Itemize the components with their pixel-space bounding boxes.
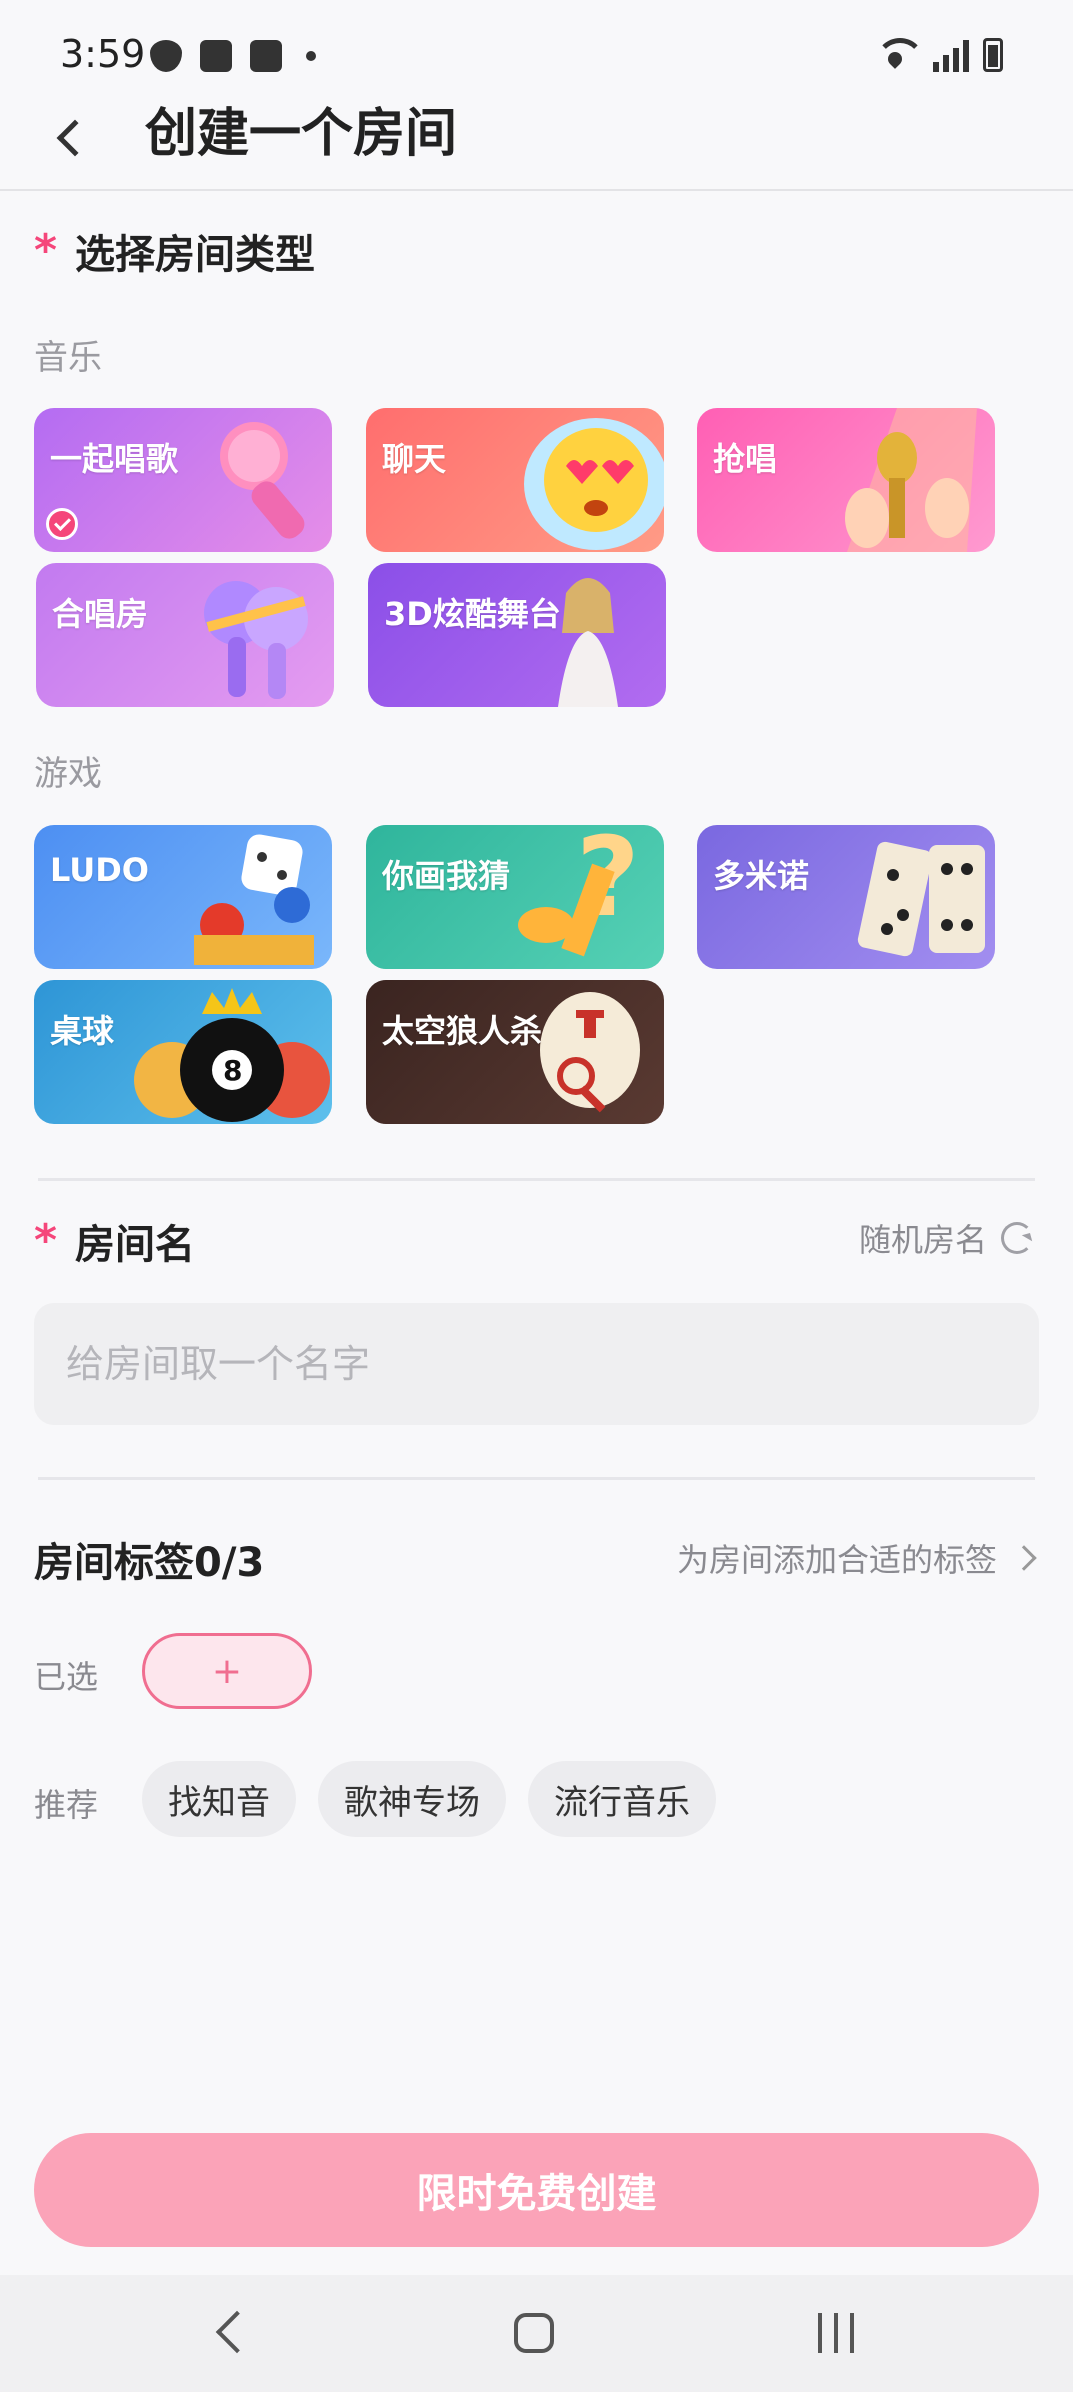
room-type-card-3d-stage[interactable]: 3D炫酷舞台 [368,563,666,707]
image-icon [200,40,232,72]
star-app-icon [250,40,282,72]
svg-text:8: 8 [223,1054,242,1087]
nav-recent-apps-icon[interactable] [818,2313,854,2353]
shield-icon [150,40,182,72]
random-name-label: 随机房名 [858,1221,987,1259]
mask-magnifier-icon [540,992,640,1113]
create-room-button[interactable]: 限时免费创建 [34,2133,1039,2247]
room-type-card-chorus[interactable]: 合唱房 [36,563,334,707]
room-type-card-billiards[interactable]: 桌球 8 [34,980,332,1124]
status-bar: 3:59 [0,0,1073,95]
dice-and-pawns-icon [194,834,314,965]
notification-icons [150,40,316,72]
chevron-left-icon [56,119,94,157]
pencil-question-icon: ? [518,825,640,957]
selected-tags-label: 已选 [34,1658,99,1696]
golden-microphone-hands-icon [845,408,977,552]
music-category-label: 音乐 [34,338,102,378]
card-label: 太空狼人杀 [382,1012,543,1050]
microphone-icon [220,422,305,539]
recommended-tags-label: 推荐 [34,1786,99,1824]
double-microphone-icon [204,581,308,699]
room-type-title: 选择房间类型 [75,232,316,278]
card-label: 3D炫酷舞台 [384,595,561,633]
room-name-input[interactable] [34,1303,1039,1425]
add-tag-button[interactable]: + [142,1633,312,1709]
domino-tiles-icon [857,841,985,957]
card-label: 多米诺 [713,857,810,895]
room-type-card-chat[interactable]: 聊天 [366,408,664,552]
back-button[interactable] [40,103,100,173]
required-mark: * [34,1215,58,1266]
room-type-card-ludo[interactable]: LUDO [34,825,332,969]
room-type-heading: * 选择房间类型 [34,222,315,280]
games-category-label: 游戏 [34,754,102,794]
more-notifications-dot [306,51,316,61]
system-nav-bar [0,2275,1073,2392]
card-label: 合唱房 [52,595,149,633]
random-name-button[interactable]: 随机房名 [859,1215,1033,1261]
signal-icon [933,40,969,72]
card-label: 一起唱歌 [50,440,179,478]
room-name-heading: * 房间名 [34,1212,195,1270]
recommended-tag[interactable]: 歌神专场 [318,1761,506,1837]
battery-icon [983,38,1003,72]
selected-check-icon [46,508,78,540]
room-type-card-space-werewolf[interactable]: 太空狼人杀 [366,980,664,1124]
billiard-balls-icon: 8 [134,988,330,1122]
recommended-tag[interactable]: 流行音乐 [528,1761,716,1837]
section-divider [38,1477,1035,1480]
refresh-icon [1001,1222,1033,1254]
system-icons [875,38,1003,72]
nav-back-icon[interactable] [215,2310,259,2354]
card-label: 聊天 [382,440,447,478]
room-type-card-sing-together[interactable]: 一起唱歌 [34,408,332,552]
required-mark: * [34,225,58,276]
card-label: 你画我猜 [382,857,511,895]
room-type-card-draw-guess[interactable]: 你画我猜 ? [366,825,664,969]
card-label: 抢唱 [713,440,778,478]
card-label: LUDO [50,851,149,889]
page-title: 创建一个房间 [145,104,458,164]
room-type-card-grab-sing[interactable]: 抢唱 [697,408,995,552]
status-time: 3:59 [60,32,146,76]
recommended-tags-list: 找知音 歌神专场 流行音乐 [142,1761,716,1837]
section-divider [38,1178,1035,1181]
room-type-card-domino[interactable]: 多米诺 [697,825,995,969]
singer-avatar-icon [558,578,618,707]
wifi-icon [875,38,925,72]
add-tags-link[interactable]: 为房间添加合适的标签 [676,1535,1037,1581]
room-name-title: 房间名 [75,1222,196,1268]
header: 创建一个房间 [0,95,1073,191]
card-label: 桌球 [50,1012,115,1050]
heart-eyes-emoji-icon [524,418,664,550]
nav-home-icon[interactable] [514,2313,554,2353]
room-tags-title: 房间标签0/3 [34,1540,265,1586]
add-tags-link-label: 为房间添加合适的标签 [676,1541,997,1579]
chevron-right-icon [1011,1545,1037,1571]
recommended-tag[interactable]: 找知音 [142,1761,296,1837]
